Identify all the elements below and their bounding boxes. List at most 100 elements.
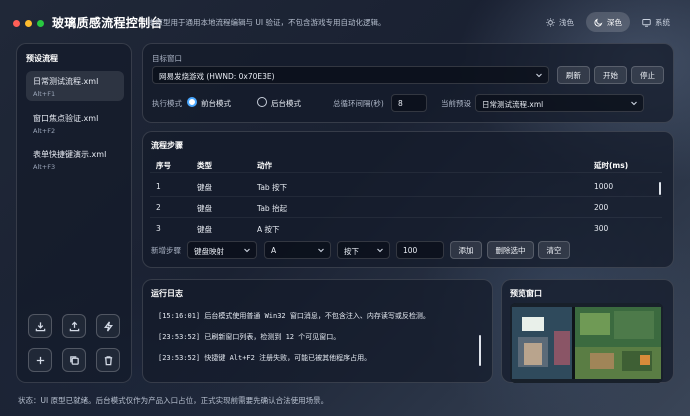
row-index: 1 xyxy=(156,182,161,191)
foreground-mode-radio[interactable] xyxy=(187,97,197,107)
step-key-value: A xyxy=(271,246,277,255)
import-icon xyxy=(35,321,45,331)
row-action: A 按下 xyxy=(257,225,280,234)
stop-button[interactable]: 停止 xyxy=(631,66,664,84)
preview-title: 预览窗口 xyxy=(510,289,542,298)
monitor-icon xyxy=(642,18,651,27)
preset-name: 表单快捷键演示.xml xyxy=(33,150,107,159)
row-delay: 300 xyxy=(594,224,609,233)
maximize-window-dot[interactable] xyxy=(37,20,44,27)
column-header-type: 类型 xyxy=(197,161,212,170)
preset-hotkey: Alt+F2 xyxy=(33,127,56,135)
loop-interval-input[interactable]: 8 xyxy=(391,94,427,112)
chevron-down-icon xyxy=(536,73,542,78)
chevron-down-icon xyxy=(244,248,250,253)
copy-icon xyxy=(69,355,79,365)
background-mode-label[interactable]: 后台模式 xyxy=(271,98,301,109)
row-action: Tab 抬起 xyxy=(257,204,288,213)
moon-icon xyxy=(594,18,603,26)
row-type: 键盘 xyxy=(197,204,212,213)
step-action-select[interactable]: 按下 xyxy=(337,241,390,259)
column-header-action: 动作 xyxy=(257,161,272,170)
step-delay-value: 100 xyxy=(403,246,418,255)
row-divider xyxy=(150,217,662,218)
add-icon xyxy=(36,356,44,364)
delete-selected-button[interactable]: 删除选中 xyxy=(487,241,534,259)
chevron-down-icon xyxy=(631,101,637,106)
theme-dark-label: 深色 xyxy=(607,17,622,27)
trash-icon xyxy=(104,355,112,365)
preset-name: 窗口焦点验证.xml xyxy=(33,114,99,123)
column-header-index: 序号 xyxy=(156,161,171,170)
preset-hotkey: Alt+F3 xyxy=(33,163,56,171)
row-delay: 1000 xyxy=(594,182,614,191)
step-action-value: 按下 xyxy=(344,247,359,256)
lightning-icon xyxy=(103,321,113,331)
preset-name: 日常测试流程.xml xyxy=(33,77,99,86)
mode-label: 执行模式 xyxy=(152,99,182,108)
close-window-dot[interactable] xyxy=(13,20,20,27)
row-action: Tab 按下 xyxy=(257,183,288,192)
background-mode-radio[interactable] xyxy=(257,97,267,107)
chevron-down-icon xyxy=(318,248,324,253)
loop-interval-value: 8 xyxy=(398,99,403,108)
step-key-select[interactable]: A xyxy=(264,241,331,259)
theme-system-button[interactable]: 系统 xyxy=(634,12,678,32)
current-preset-value: 日常测试流程.xml xyxy=(482,100,544,109)
delete-preset-button[interactable] xyxy=(96,348,120,372)
log-panel xyxy=(142,279,493,383)
row-divider xyxy=(150,196,662,197)
preset-item[interactable]: 日常测试流程.xml Alt+F1 xyxy=(26,71,124,101)
target-window-value: 网易发烧游戏 (HWND: 0x70E3E) xyxy=(159,72,275,81)
column-header-delay: 延时(ms) xyxy=(594,161,629,170)
theme-light-label: 浅色 xyxy=(559,17,574,27)
row-index: 2 xyxy=(156,203,161,212)
current-preset-select[interactable]: 日常测试流程.xml xyxy=(475,94,644,112)
sun-icon xyxy=(546,17,555,27)
refresh-button[interactable]: 刷新 xyxy=(557,66,590,84)
sidebar-title: 预设流程 xyxy=(26,54,58,63)
steps-title: 流程步骤 xyxy=(151,141,183,150)
start-button[interactable]: 开始 xyxy=(594,66,627,84)
foreground-mode-label[interactable]: 前台模式 xyxy=(201,98,231,109)
quick-run-button[interactable] xyxy=(96,314,120,338)
row-type: 键盘 xyxy=(197,225,212,234)
copy-preset-button[interactable] xyxy=(62,348,86,372)
add-step-label: 新增步骤 xyxy=(151,246,181,255)
add-preset-button[interactable] xyxy=(28,348,52,372)
log-line: [23:53:52] 已刷新窗口列表，检测到 12 个可见窗口。 xyxy=(158,333,341,341)
theme-dark-button[interactable]: 深色 xyxy=(586,12,630,32)
theme-system-label: 系统 xyxy=(655,17,670,27)
export-button[interactable] xyxy=(62,314,86,338)
log-title: 运行日志 xyxy=(151,289,183,298)
clear-steps-button[interactable]: 清空 xyxy=(538,241,570,259)
minimize-window-dot[interactable] xyxy=(25,20,32,27)
target-window-label: 目标窗口 xyxy=(152,54,182,63)
step-delay-input[interactable]: 100 xyxy=(396,241,444,259)
chevron-down-icon xyxy=(377,248,383,253)
preset-item[interactable]: 表单快捷键演示.xml Alt+F3 xyxy=(26,144,124,174)
log-line: [23:53:52] 快捷键 Alt+F2 注册失败，可能已被其他程序占用。 xyxy=(158,354,372,362)
add-step-button[interactable]: 添加 xyxy=(450,241,482,259)
app-title: 玻璃质感流程控制台 xyxy=(52,16,163,30)
app-subtitle: 本原型用于通用本地流程编辑与 UI 验证，不包含游戏专用自动化逻辑。 xyxy=(148,18,386,27)
log-line: [15:16:01] 后台模式使用普通 Win32 窗口消息，不包含注入、内存读… xyxy=(158,312,430,320)
preset-item[interactable]: 窗口焦点验证.xml Alt+F2 xyxy=(26,108,124,138)
row-delay: 200 xyxy=(594,203,609,212)
steps-scrollbar[interactable] xyxy=(659,182,661,195)
status-text: 状态：UI 原型已就绪。后台模式仅作为产品入口占位，正式实现前需要先确认合法使用… xyxy=(18,396,329,405)
row-type: 键盘 xyxy=(197,183,212,192)
theme-light-button[interactable]: 浅色 xyxy=(538,12,582,32)
current-preset-label: 当前预设 xyxy=(441,99,471,108)
target-window-select[interactable]: 网易发烧游戏 (HWND: 0x70E3E) xyxy=(152,66,549,84)
header-divider xyxy=(150,172,662,173)
game-preview-art xyxy=(510,303,663,383)
preview-image xyxy=(510,303,663,383)
log-scrollbar[interactable] xyxy=(479,335,481,366)
import-button[interactable] xyxy=(28,314,52,338)
loop-interval-label: 总循环间隔(秒) xyxy=(333,99,384,108)
step-type-select[interactable]: 键盘映射 xyxy=(187,241,257,259)
export-icon xyxy=(69,320,79,331)
row-index: 3 xyxy=(156,224,161,233)
step-type-value: 键盘映射 xyxy=(194,247,224,256)
